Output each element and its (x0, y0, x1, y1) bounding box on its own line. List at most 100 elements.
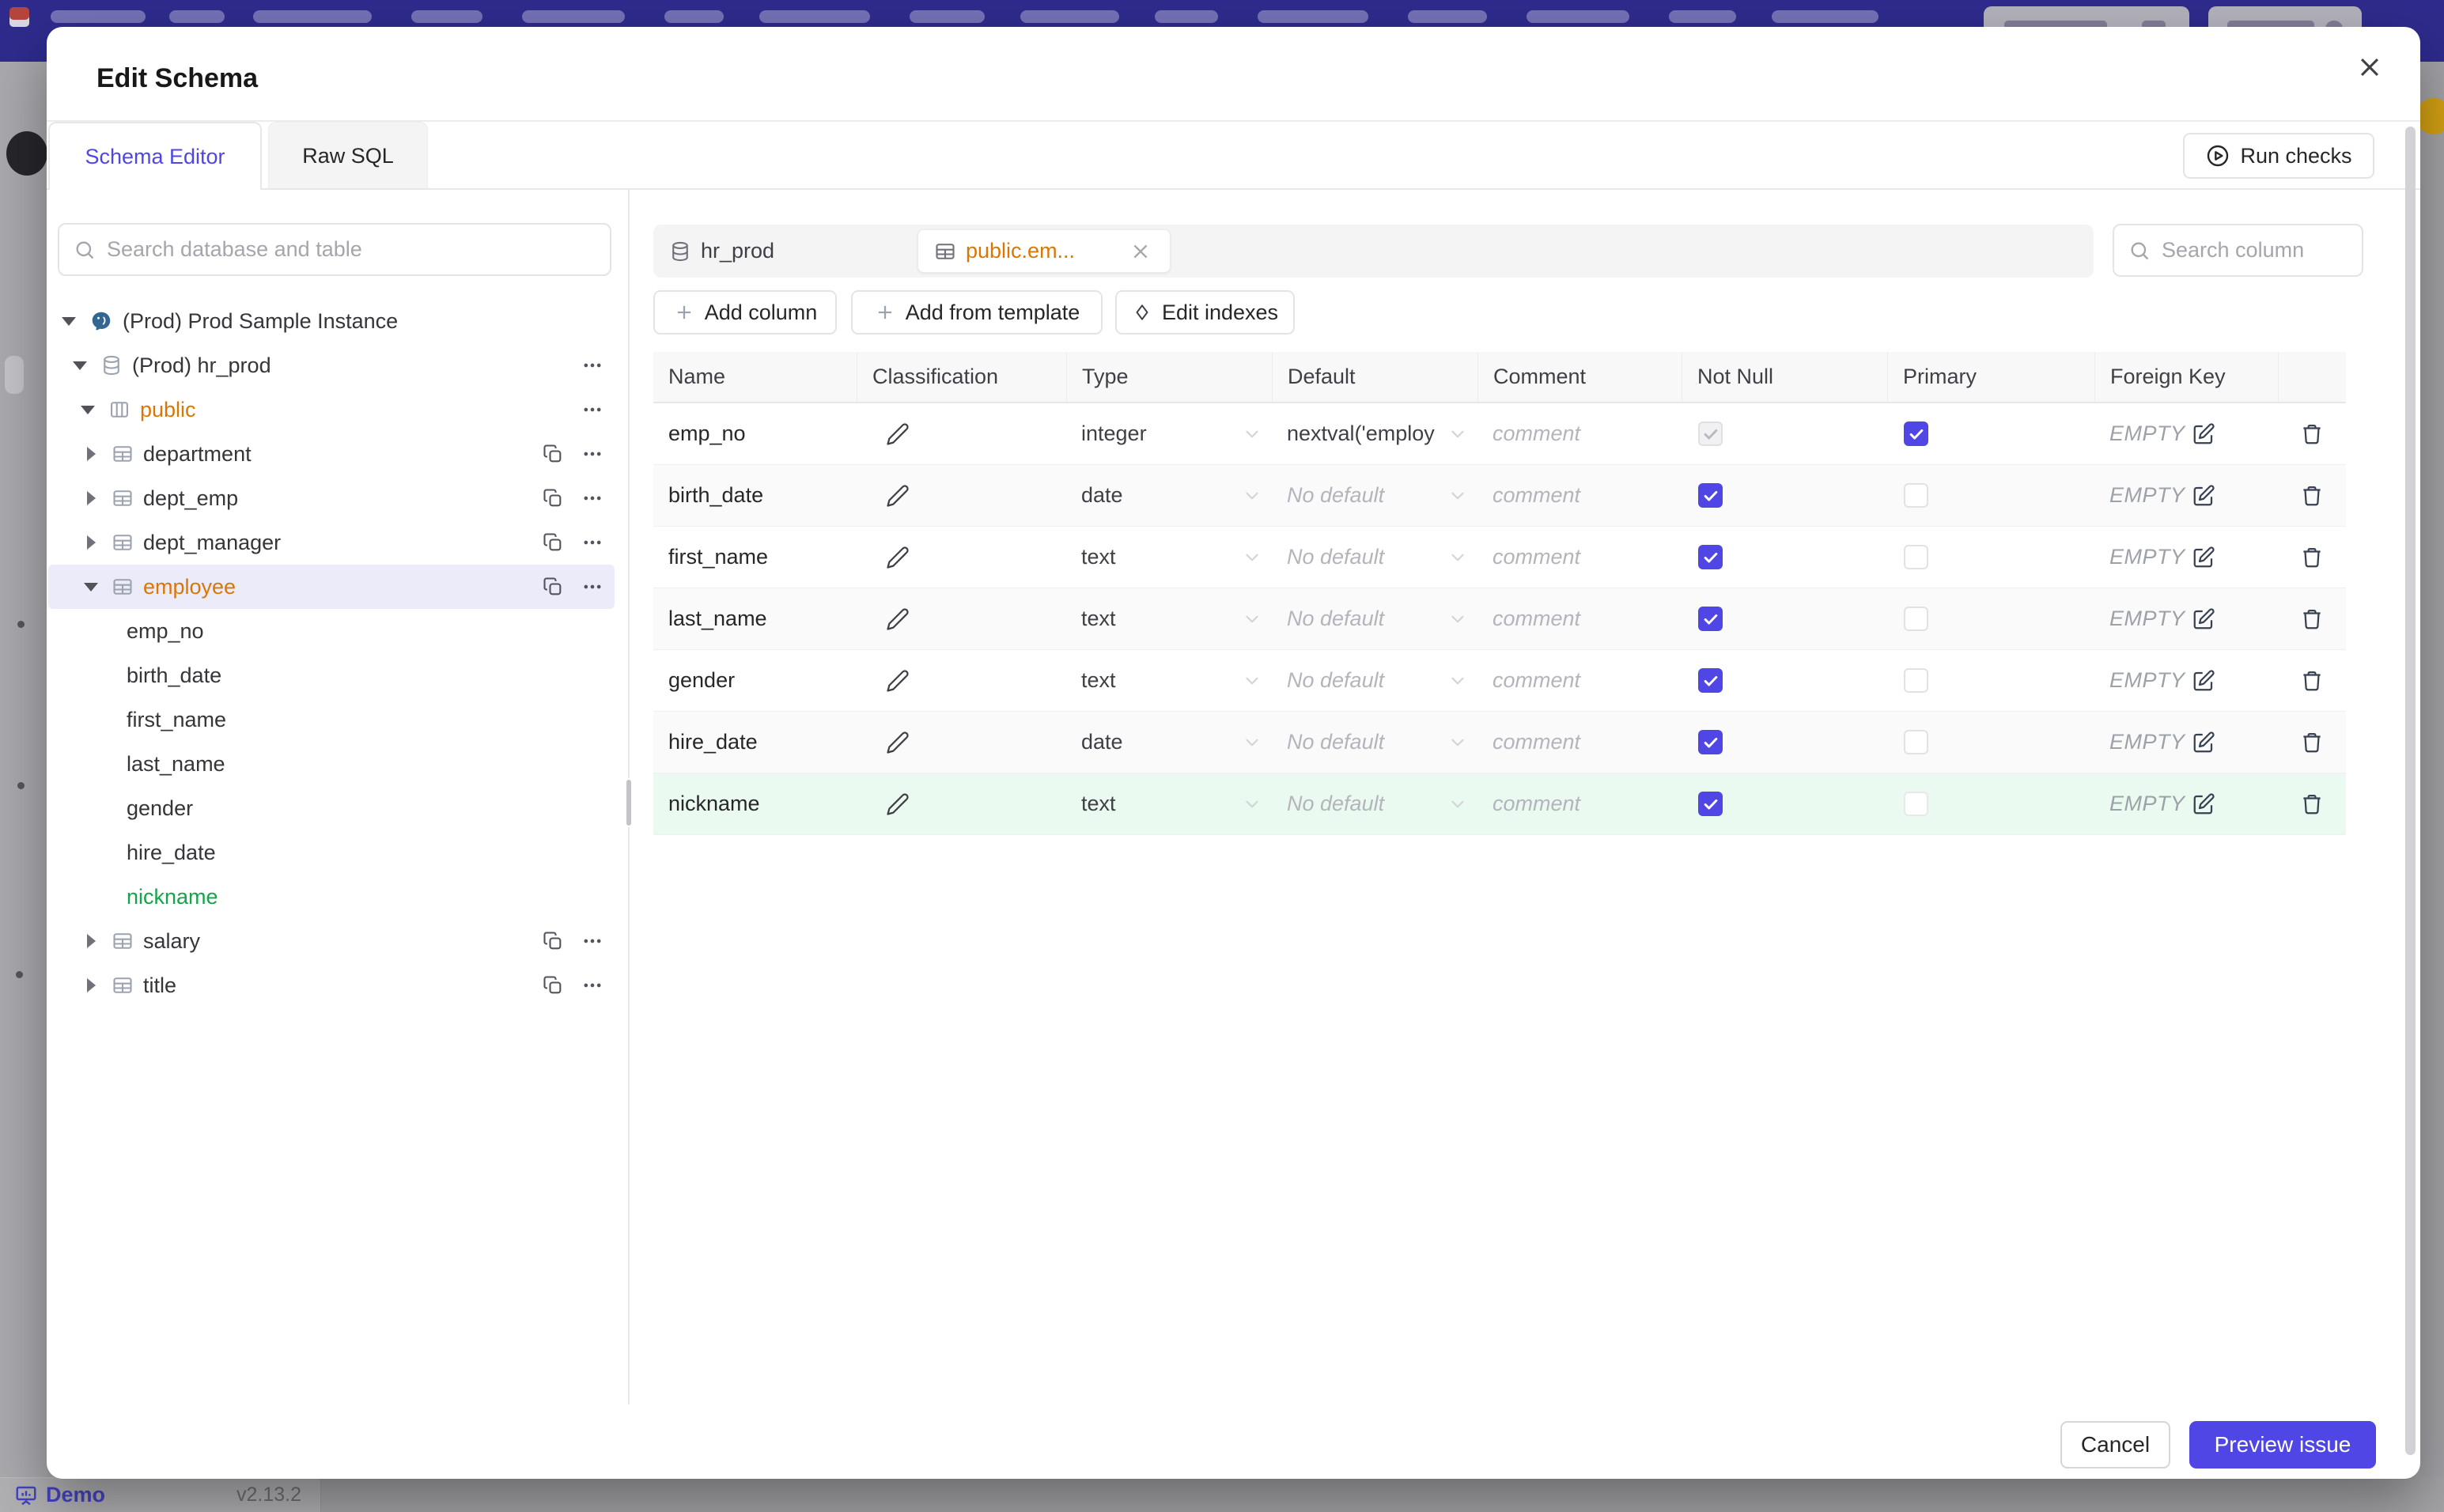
panel-resize-handle[interactable] (625, 778, 633, 827)
caret-right-icon[interactable] (83, 491, 99, 505)
primary-checkbox[interactable] (1904, 421, 1928, 446)
foreign-key-cell[interactable]: EMPTY (2094, 773, 2278, 834)
default-select[interactable]: No default (1272, 650, 1477, 711)
close-tab-icon[interactable] (1130, 241, 1151, 262)
classification-pencil-icon[interactable] (886, 792, 910, 816)
edit-foreign-key-icon[interactable] (2192, 607, 2215, 631)
comment-input[interactable]: comment (1493, 483, 1580, 508)
comment-input[interactable]: comment (1493, 668, 1580, 693)
tree-item-schema-public[interactable]: public (48, 387, 615, 432)
more-menu-icon[interactable] (581, 974, 603, 996)
tree-item-table-dept-manager[interactable]: dept_manager (48, 520, 615, 565)
primary-checkbox[interactable] (1904, 545, 1928, 569)
edit-foreign-key-icon[interactable] (2192, 546, 2215, 569)
caret-right-icon[interactable] (83, 934, 99, 948)
primary-checkbox[interactable] (1904, 730, 1928, 754)
caret-down-icon[interactable] (61, 316, 77, 326)
tree-item-column-emp-no[interactable]: emp_no (48, 609, 615, 653)
foreign-key-cell[interactable]: EMPTY (2094, 465, 2278, 526)
default-select[interactable]: No default (1272, 588, 1477, 649)
default-select[interactable]: No default (1272, 712, 1477, 773)
dialog-scrollbar[interactable] (2405, 127, 2416, 1455)
classification-pencil-icon[interactable] (886, 546, 910, 569)
edit-foreign-key-icon[interactable] (2192, 422, 2215, 446)
edit-foreign-key-icon[interactable] (2192, 731, 2215, 754)
classification-pencil-icon[interactable] (886, 484, 910, 508)
tree-item-instance[interactable]: (Prod) Prod Sample Instance (48, 299, 615, 343)
tree-item-table-dept-emp[interactable]: dept_emp (48, 476, 615, 520)
delete-column-icon[interactable] (2300, 546, 2324, 569)
type-select[interactable]: text (1066, 650, 1272, 711)
more-menu-icon[interactable] (581, 576, 603, 598)
foreign-key-cell[interactable]: EMPTY (2094, 712, 2278, 773)
default-select[interactable]: No default (1272, 527, 1477, 588)
not-null-checkbox[interactable] (1698, 730, 1723, 754)
delete-column-icon[interactable] (2300, 484, 2324, 508)
default-select[interactable]: nextval('employ (1272, 403, 1477, 464)
tree-item-table-salary[interactable]: salary (48, 919, 615, 963)
tree-item-column-nickname[interactable]: nickname (48, 875, 615, 919)
tab-chip-public-employee[interactable]: public.em... (917, 229, 1171, 273)
run-checks-button[interactable]: Run checks (2183, 133, 2374, 179)
copy-icon[interactable] (542, 487, 564, 509)
caret-right-icon[interactable] (83, 535, 99, 550)
close-icon[interactable] (2353, 51, 2386, 84)
database-search-input[interactable] (107, 237, 596, 262)
more-menu-icon[interactable] (581, 354, 603, 376)
tree-item-database[interactable]: (Prod) hr_prod (48, 343, 615, 387)
copy-icon[interactable] (542, 974, 564, 996)
edit-foreign-key-icon[interactable] (2192, 792, 2215, 816)
add-from-template-button[interactable]: Add from template (851, 290, 1103, 335)
type-select[interactable]: text (1066, 588, 1272, 649)
not-null-checkbox[interactable] (1698, 545, 1723, 569)
primary-checkbox[interactable] (1904, 483, 1928, 508)
comment-input[interactable]: comment (1493, 792, 1580, 816)
not-null-checkbox[interactable] (1698, 483, 1723, 508)
type-select[interactable]: text (1066, 527, 1272, 588)
copy-icon[interactable] (542, 531, 564, 554)
comment-input[interactable]: comment (1493, 730, 1580, 754)
edit-foreign-key-icon[interactable] (2192, 484, 2215, 508)
comment-input[interactable]: comment (1493, 607, 1580, 631)
type-select[interactable]: date (1066, 712, 1272, 773)
edit-indexes-button[interactable]: Edit indexes (1115, 290, 1295, 335)
column-search-input[interactable] (2162, 238, 2420, 263)
tree-item-column-gender[interactable]: gender (48, 786, 615, 830)
default-select[interactable]: No default (1272, 465, 1477, 526)
comment-input[interactable]: comment (1493, 545, 1580, 569)
type-select[interactable]: text (1066, 773, 1272, 834)
caret-down-icon[interactable] (80, 405, 96, 414)
delete-column-icon[interactable] (2300, 792, 2324, 816)
caret-down-icon[interactable] (83, 582, 99, 592)
delete-column-icon[interactable] (2300, 607, 2324, 631)
type-select[interactable]: integer (1066, 403, 1272, 464)
more-menu-icon[interactable] (581, 487, 603, 509)
tree-item-table-department[interactable]: department (48, 432, 615, 476)
caret-right-icon[interactable] (83, 447, 99, 461)
copy-icon[interactable] (542, 576, 564, 598)
caret-down-icon[interactable] (72, 361, 88, 370)
delete-column-icon[interactable] (2300, 669, 2324, 693)
tree-item-table-employee[interactable]: employee (48, 565, 615, 609)
more-menu-icon[interactable] (581, 531, 603, 554)
copy-icon[interactable] (542, 930, 564, 952)
more-menu-icon[interactable] (581, 399, 603, 421)
classification-pencil-icon[interactable] (886, 607, 910, 631)
classification-pencil-icon[interactable] (886, 422, 910, 446)
more-menu-icon[interactable] (581, 930, 603, 952)
cancel-button[interactable]: Cancel (2060, 1421, 2170, 1469)
tree-item-column-last-name[interactable]: last_name (48, 742, 615, 786)
not-null-checkbox[interactable] (1698, 792, 1723, 816)
copy-icon[interactable] (542, 443, 564, 465)
not-null-checkbox[interactable] (1698, 668, 1723, 693)
classification-pencil-icon[interactable] (886, 731, 910, 754)
tree-item-table-title[interactable]: title (48, 963, 615, 1007)
add-column-button[interactable]: Add column (653, 290, 837, 335)
foreign-key-cell[interactable]: EMPTY (2094, 403, 2278, 464)
delete-column-icon[interactable] (2300, 731, 2324, 754)
preview-issue-button[interactable]: Preview issue (2189, 1421, 2376, 1469)
not-null-checkbox[interactable] (1698, 607, 1723, 631)
edit-foreign-key-icon[interactable] (2192, 669, 2215, 693)
foreign-key-cell[interactable]: EMPTY (2094, 588, 2278, 649)
more-menu-icon[interactable] (581, 443, 603, 465)
